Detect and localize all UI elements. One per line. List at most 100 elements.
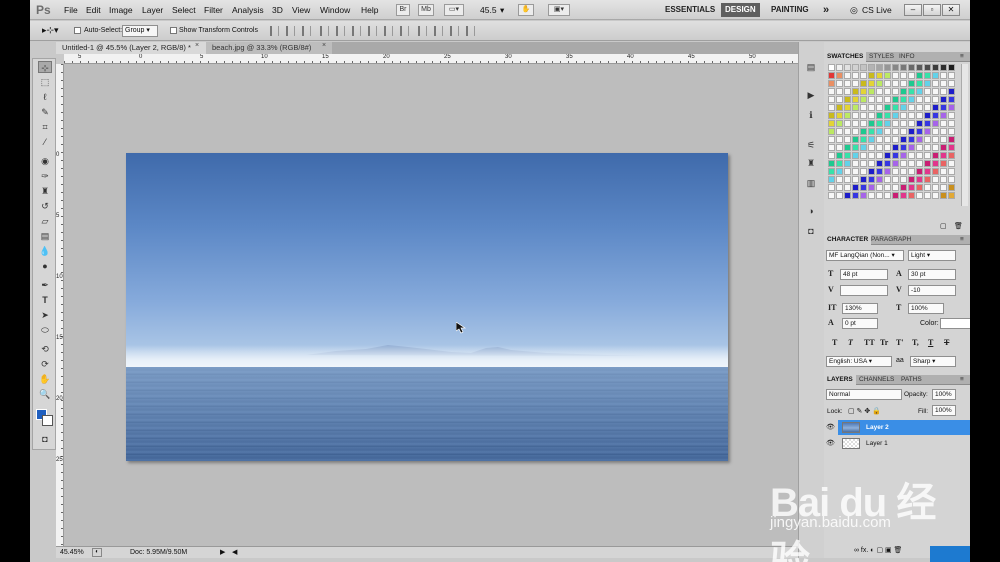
dodge-tool-icon[interactable]: ●	[38, 260, 52, 272]
font-family-dropdown[interactable]: MF LangQian (Non... ▾	[826, 250, 904, 261]
workspace-essentials[interactable]: ESSENTIALS	[661, 3, 719, 17]
swatch-cell[interactable]	[916, 104, 923, 111]
show-transform-checkbox[interactable]	[170, 27, 177, 34]
swatch-cell[interactable]	[892, 120, 899, 127]
faux-bold-icon[interactable]: T	[832, 338, 837, 347]
swatch-cell[interactable]	[948, 104, 955, 111]
swatch-cell[interactable]	[884, 88, 891, 95]
swatch-cell[interactable]	[940, 144, 947, 151]
swatch-cell[interactable]	[836, 184, 843, 191]
swatch-cell[interactable]	[932, 160, 939, 167]
swatch-cell[interactable]	[932, 136, 939, 143]
swatch-cell[interactable]	[852, 64, 859, 71]
menu-view[interactable]: View	[292, 5, 310, 15]
swatch-cell[interactable]	[884, 152, 891, 159]
swatch-cell[interactable]	[836, 160, 843, 167]
swatch-cell[interactable]	[876, 176, 883, 183]
tab-styles[interactable]: STYLES	[866, 52, 897, 62]
swatch-cell[interactable]	[916, 184, 923, 191]
swatch-cell[interactable]	[844, 136, 851, 143]
swatch-cell[interactable]	[868, 144, 875, 151]
swatch-cell[interactable]	[844, 96, 851, 103]
swatch-cell[interactable]	[900, 152, 907, 159]
swatch-cell[interactable]	[900, 64, 907, 71]
swatch-cell[interactable]	[900, 144, 907, 151]
swatch-cell[interactable]	[844, 72, 851, 79]
swatch-cell[interactable]	[836, 120, 843, 127]
swatch-cell[interactable]	[884, 128, 891, 135]
swatch-cell[interactable]	[924, 96, 931, 103]
layer-row-layer-2[interactable]: Layer 2	[838, 420, 970, 435]
swatch-cell[interactable]	[884, 184, 891, 191]
swatch-cell[interactable]	[916, 192, 923, 199]
swatch-cell[interactable]	[892, 104, 899, 111]
swatch-cell[interactable]	[892, 152, 899, 159]
menu-file[interactable]: File	[64, 5, 78, 15]
superscript-icon[interactable]: T'	[896, 338, 904, 347]
swatch-cell[interactable]	[884, 160, 891, 167]
swatch-cell[interactable]	[860, 144, 867, 151]
swatch-cell[interactable]	[924, 144, 931, 151]
swatch-cell[interactable]	[852, 168, 859, 175]
eyedropper-tool-icon[interactable]: ⁄	[38, 136, 52, 148]
swatch-cell[interactable]	[948, 120, 955, 127]
swatch-cell[interactable]	[908, 160, 915, 167]
swatch-cell[interactable]	[916, 160, 923, 167]
vertical-ruler[interactable]: 0 5 10 15 20 25	[56, 64, 64, 546]
bridge-button[interactable]: Br	[396, 4, 410, 16]
swatch-cell[interactable]	[828, 176, 835, 183]
layer-row-layer-1[interactable]: Layer 1	[838, 436, 970, 451]
swatch-cell[interactable]	[916, 80, 923, 87]
language-dropdown[interactable]: English: USA ▾	[826, 356, 892, 367]
swatch-cell[interactable]	[844, 64, 851, 71]
menu-3d[interactable]: 3D	[272, 5, 283, 15]
swatch-cell[interactable]	[860, 80, 867, 87]
lock-icons[interactable]: ▢ ✎ ✥ 🔒	[848, 407, 881, 415]
history-brush-tool-icon[interactable]: ↺	[38, 200, 52, 212]
swatch-cell[interactable]	[908, 112, 915, 119]
align-right-icon[interactable]	[352, 26, 361, 36]
swatch-cell[interactable]	[844, 168, 851, 175]
swatch-cell[interactable]	[868, 112, 875, 119]
hand-tool-icon[interactable]: ✋	[38, 373, 52, 385]
restore-icon[interactable]: ▫	[923, 4, 941, 16]
swatch-cell[interactable]	[860, 184, 867, 191]
swatch-cell[interactable]	[828, 120, 835, 127]
swatch-cell[interactable]	[924, 112, 931, 119]
swatch-cell[interactable]	[852, 96, 859, 103]
swatch-cell[interactable]	[908, 176, 915, 183]
swatch-cell[interactable]	[852, 104, 859, 111]
swatch-cell[interactable]	[900, 88, 907, 95]
swatch-cell[interactable]	[852, 120, 859, 127]
history-panel-icon[interactable]: ▤	[805, 62, 817, 72]
swatch-cell[interactable]	[908, 144, 915, 151]
swatch-cell[interactable]	[940, 120, 947, 127]
swatch-cell[interactable]	[948, 136, 955, 143]
swatch-cell[interactable]	[916, 152, 923, 159]
swatch-cell[interactable]	[932, 192, 939, 199]
swatch-cell[interactable]	[892, 176, 899, 183]
swatch-cell[interactable]	[884, 64, 891, 71]
swatch-cell[interactable]	[884, 120, 891, 127]
swatch-cell[interactable]	[844, 144, 851, 151]
distribute-hcenter-icon[interactable]	[434, 26, 443, 36]
menu-image[interactable]: Image	[109, 5, 133, 15]
swatch-cell[interactable]	[908, 168, 915, 175]
swatch-cell[interactable]	[900, 136, 907, 143]
workspace-painting[interactable]: PAINTING	[767, 3, 813, 17]
swatch-cell[interactable]	[940, 128, 947, 135]
brush-tool-icon[interactable]: ✑	[38, 170, 52, 182]
swatch-cell[interactable]	[828, 88, 835, 95]
swatch-cell[interactable]	[868, 64, 875, 71]
swatch-cell[interactable]	[908, 80, 915, 87]
swatch-cell[interactable]	[876, 64, 883, 71]
distribute-vcenter-icon[interactable]	[384, 26, 393, 36]
swatch-cell[interactable]	[948, 112, 955, 119]
swatch-cell[interactable]	[932, 184, 939, 191]
underline-icon[interactable]: T	[928, 338, 933, 347]
3d-orbit-tool-icon[interactable]: ⟳	[38, 358, 52, 370]
close-icon[interactable]: ✕	[942, 4, 960, 16]
swatch-cell[interactable]	[908, 152, 915, 159]
leading-field[interactable]: 30 pt	[908, 269, 956, 280]
swatch-cell[interactable]	[876, 96, 883, 103]
